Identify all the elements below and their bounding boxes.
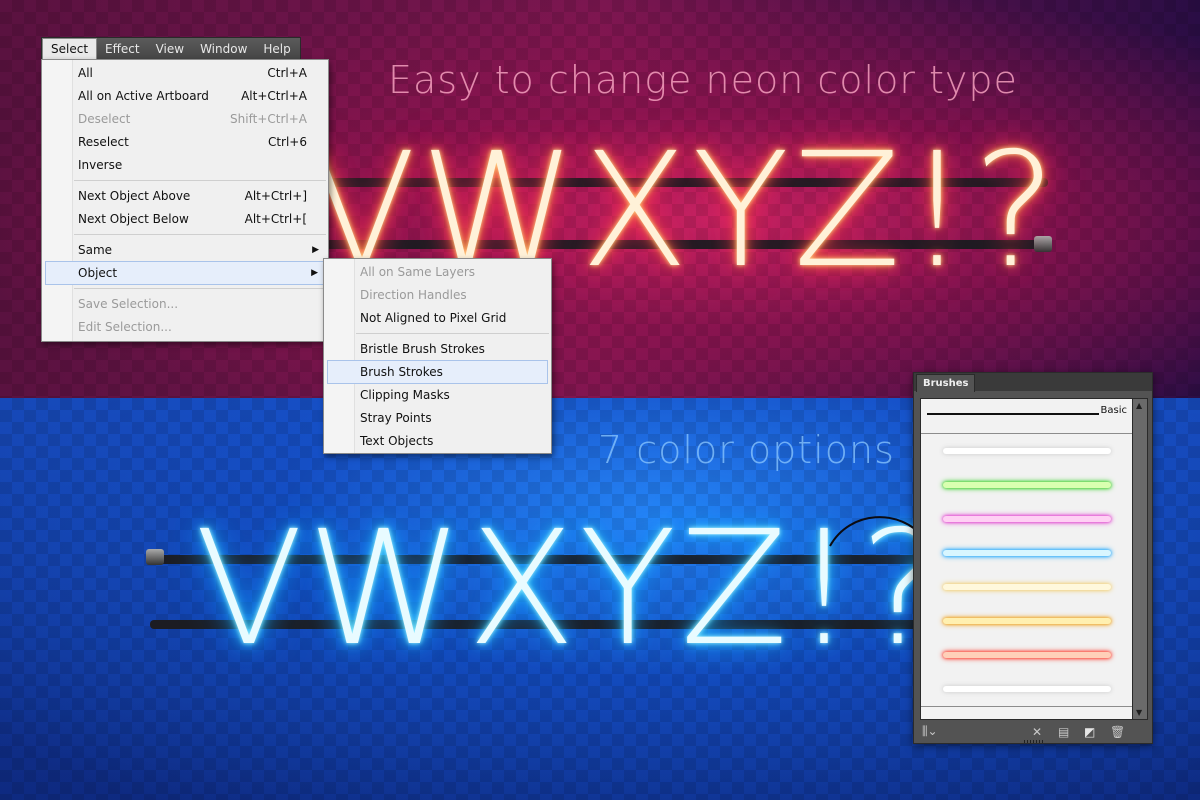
menu-separator — [74, 180, 326, 181]
menu-item-label: Reselect — [78, 135, 129, 149]
menu-item-next-object-above[interactable]: Next Object Above Alt+Ctrl+] — [43, 185, 327, 207]
menu-bar: Select Effect View Window Help — [41, 37, 301, 61]
remove-stroke-icon[interactable]: ✕ — [1032, 725, 1042, 739]
submenu-item-brush-strokes[interactable]: Brush Strokes — [327, 360, 548, 384]
menu-item-same[interactable]: Same ▶ — [43, 239, 327, 261]
menu-item-inverse[interactable]: Inverse — [43, 154, 327, 176]
brush-swatch[interactable] — [921, 502, 1133, 537]
delete-brush-icon[interactable]: 🗑 — [1110, 725, 1125, 739]
menu-item-label: Brush Strokes — [360, 365, 443, 379]
menu-item-label: Edit Selection... — [78, 320, 172, 334]
panel-footer: ⫼⌄ ✕ ▤ ◩ 🗑 — [914, 721, 1152, 743]
menu-window[interactable]: Window — [192, 38, 255, 60]
brush-stroke-preview — [943, 652, 1111, 658]
object-submenu: All on Same Layers Direction Handles Not… — [323, 258, 552, 454]
submenu-item-stray-points[interactable]: Stray Points — [325, 407, 550, 429]
submenu-arrow-icon: ▶ — [312, 245, 319, 255]
menu-item-label: Bristle Brush Strokes — [360, 342, 485, 356]
brush-swatch[interactable] — [921, 672, 1133, 707]
brush-swatch[interactable] — [921, 570, 1133, 605]
brush-swatch[interactable] — [921, 638, 1133, 673]
submenu-item-text-objects[interactable]: Text Objects — [325, 430, 550, 452]
menu-item-label: Object — [78, 266, 118, 280]
menu-item-label: Inverse — [78, 158, 123, 172]
headline-bottom: 7 color options — [598, 428, 895, 472]
menu-item-shortcut: Alt+Ctrl+] — [244, 189, 307, 203]
menu-item-reselect[interactable]: Reselect Ctrl+6 — [43, 131, 327, 153]
menu-item-deselect[interactable]: Deselect Shift+Ctrl+A — [43, 108, 327, 130]
brush-libraries-icon[interactable]: ⫼⌄ — [922, 724, 938, 739]
menu-item-all-on-active-artboard[interactable]: All on Active Artboard Alt+Ctrl+A — [43, 85, 327, 107]
menu-item-label: Save Selection... — [78, 297, 179, 311]
scroll-up-icon[interactable]: ▲ — [1136, 401, 1142, 410]
tab-brushes[interactable]: Brushes — [916, 374, 976, 392]
menu-item-label: Direction Handles — [360, 288, 467, 302]
select-menu-dropdown: All Ctrl+A All on Active Artboard Alt+Ct… — [41, 59, 329, 342]
headline-top: Easy to change neon color type — [388, 58, 1018, 102]
menu-item-label: Same — [78, 243, 113, 257]
menu-separator — [74, 288, 326, 289]
panel-tab-bar: Brushes — [914, 373, 1152, 392]
menu-item-next-object-below[interactable]: Next Object Below Alt+Ctrl+[ — [43, 208, 327, 230]
menu-item-all[interactable]: All Ctrl+A — [43, 62, 327, 84]
menu-item-label: Not Aligned to Pixel Grid — [360, 311, 507, 325]
brush-swatch[interactable] — [921, 604, 1133, 639]
brushes-panel: Brushes Basic ▲ ▼ ⫼⌄ ✕ ▤ ◩ 🗑 — [913, 372, 1153, 744]
panel-scrollbar[interactable]: ▲ ▼ — [1132, 398, 1148, 720]
brush-stroke-preview — [943, 584, 1111, 590]
brush-stroke-preview — [943, 516, 1111, 522]
submenu-item-bristle-brush-strokes[interactable]: Bristle Brush Strokes — [325, 338, 550, 360]
resize-grip[interactable] — [1024, 740, 1044, 743]
submenu-item-direction-handles[interactable]: Direction Handles — [325, 284, 550, 306]
submenu-item-clipping-masks[interactable]: Clipping Masks — [325, 384, 550, 406]
scroll-down-icon[interactable]: ▼ — [1136, 708, 1142, 717]
menu-item-label: Next Object Below — [78, 212, 189, 226]
menu-item-shortcut: Ctrl+A — [267, 66, 307, 80]
menu-item-label: Deselect — [78, 112, 131, 126]
menu-help[interactable]: Help — [255, 38, 298, 60]
brush-options-icon[interactable]: ▤ — [1058, 725, 1069, 739]
brush-label: Basic — [1100, 405, 1127, 416]
menu-item-label: All — [78, 66, 93, 80]
menu-separator — [74, 234, 326, 235]
basic-brush-stroke — [927, 413, 1099, 415]
brush-list: Basic — [920, 398, 1134, 720]
menu-item-label: Stray Points — [360, 411, 432, 425]
new-brush-icon[interactable]: ◩ — [1084, 725, 1095, 739]
menu-view[interactable]: View — [148, 38, 192, 60]
brush-swatch[interactable] — [921, 536, 1133, 571]
menu-item-label: Text Objects — [360, 434, 434, 448]
menu-item-shortcut: Shift+Ctrl+A — [230, 112, 307, 126]
menu-item-save-selection[interactable]: Save Selection... — [43, 293, 327, 315]
menu-item-shortcut: Alt+Ctrl+A — [241, 89, 307, 103]
menu-separator — [356, 333, 549, 334]
menu-effect[interactable]: Effect — [97, 38, 148, 60]
menu-item-edit-selection[interactable]: Edit Selection... — [43, 316, 327, 338]
menu-select[interactable]: Select — [42, 38, 98, 60]
menu-item-label: All on Same Layers — [360, 265, 476, 279]
submenu-item-all-on-same-layers[interactable]: All on Same Layers — [325, 261, 550, 283]
menu-item-label: All on Active Artboard — [78, 89, 209, 103]
menu-item-shortcut: Alt+Ctrl+[ — [244, 212, 307, 226]
menu-item-label: Clipping Masks — [360, 388, 450, 402]
brush-stroke-preview — [943, 448, 1111, 454]
menu-item-label: Next Object Above — [78, 189, 191, 203]
brush-stroke-preview — [943, 686, 1111, 692]
brush-basic[interactable]: Basic — [921, 399, 1133, 434]
neon-connector-bottom — [146, 549, 164, 565]
submenu-arrow-icon: ▶ — [311, 268, 318, 278]
brush-stroke-preview — [943, 550, 1111, 556]
brush-swatch[interactable] — [921, 434, 1133, 469]
menu-item-object[interactable]: Object ▶ — [45, 261, 325, 285]
submenu-item-not-aligned-to-pixel-grid[interactable]: Not Aligned to Pixel Grid — [325, 307, 550, 329]
brush-stroke-preview — [943, 618, 1111, 624]
menu-item-shortcut: Ctrl+6 — [267, 135, 307, 149]
brush-stroke-preview — [943, 482, 1111, 488]
brush-swatch[interactable] — [921, 468, 1133, 503]
